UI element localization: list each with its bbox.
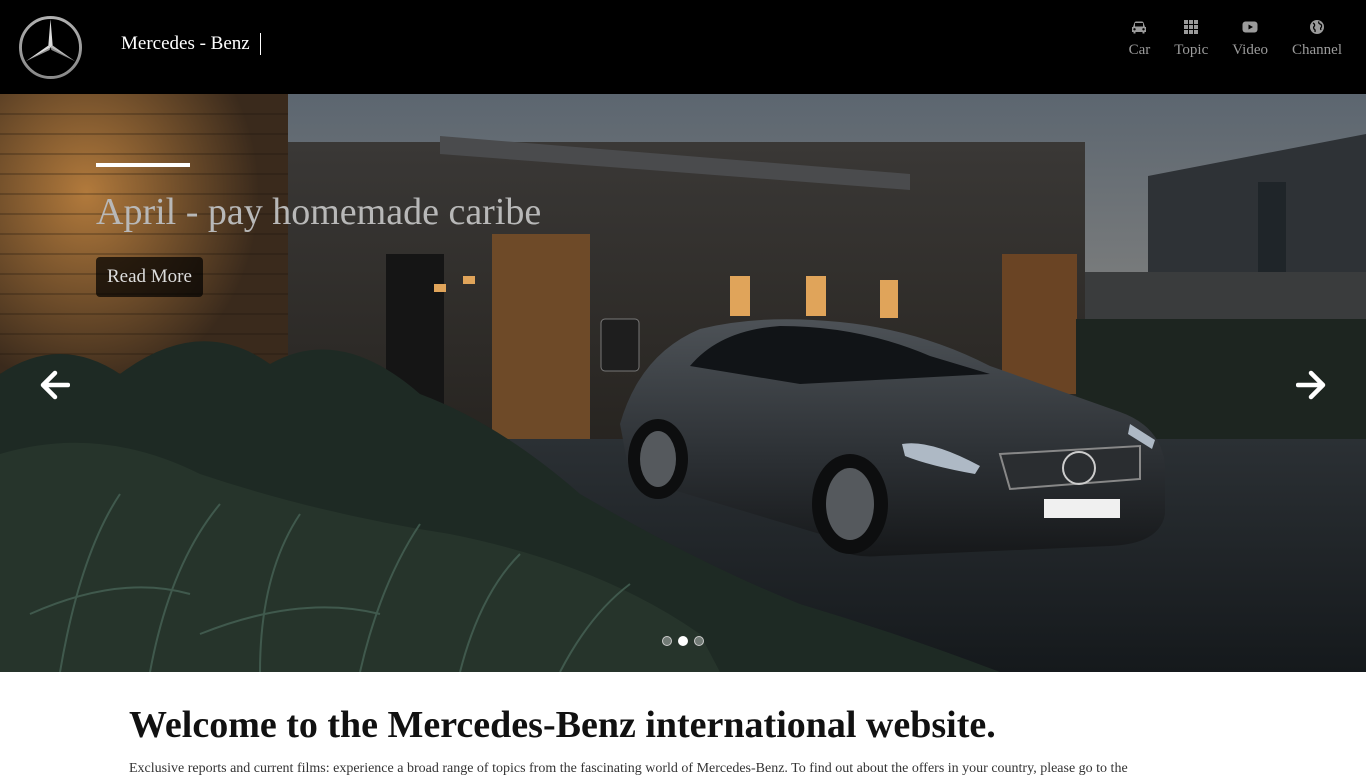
welcome-heading: Welcome to the Mercedes-Benz internation… [129,704,996,746]
carousel-indicators [662,636,704,646]
nav-item-label: Car [1128,42,1151,58]
read-more-button[interactable]: Read More [96,257,203,297]
slide-title: April - pay homemade caribe [96,191,542,233]
nav-item-channel[interactable]: Channel [1280,18,1354,59]
nav-item-video[interactable]: Video [1220,18,1280,59]
hero-carousel: April - pay homemade caribe Read More [0,94,1366,672]
main-nav: Car Topic Video Channel [1117,18,1354,59]
slide-title-accent-bar [96,163,190,167]
car-icon [1132,21,1147,34]
carousel-dot-2[interactable] [678,636,688,646]
top-navbar: Mercedes - Benz Car Topic Video Channel [0,0,1366,94]
nav-item-label: Video [1232,42,1268,58]
arrow-left-icon[interactable] [40,370,70,400]
carousel-dot-3[interactable] [694,636,704,646]
hero-image-car-at-dusk [0,94,1366,672]
nav-item-topic[interactable]: Topic [1162,18,1220,59]
grid-icon [1184,20,1199,34]
globe-icon [1310,20,1324,34]
carousel-dot-1[interactable] [662,636,672,646]
youtube-icon [1242,21,1258,33]
nav-item-car[interactable]: Car [1117,18,1163,59]
welcome-paragraph: Exclusive reports and current films: exp… [129,761,1128,776]
nav-item-label: Topic [1174,42,1209,58]
brand-name[interactable]: Mercedes - Benz [121,33,261,55]
arrow-right-icon[interactable] [1296,370,1326,400]
nav-item-label: Channel [1292,42,1342,58]
mercedes-star-logo-icon[interactable] [18,15,83,80]
